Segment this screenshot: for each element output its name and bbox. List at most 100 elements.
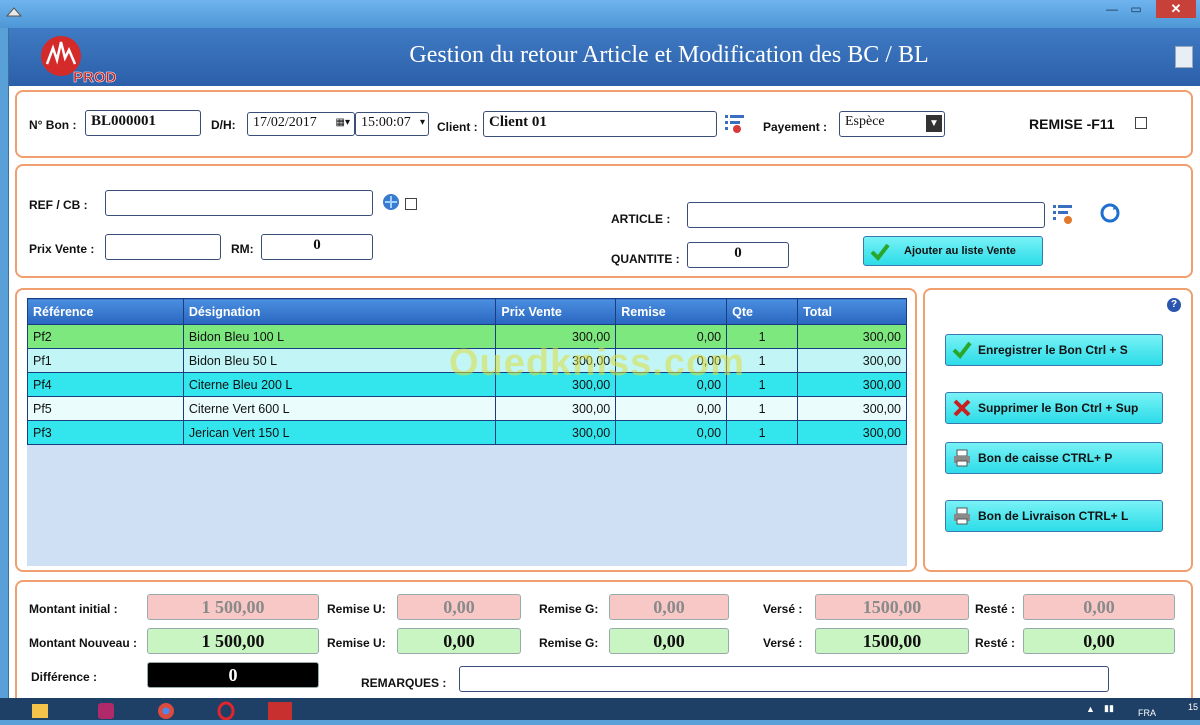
- file-explorer-icon: [32, 704, 48, 718]
- close-button[interactable]: ✕: [1156, 0, 1196, 18]
- minimize-button[interactable]: —: [1100, 2, 1124, 16]
- column-header-total[interactable]: Total: [797, 298, 907, 325]
- bon-info-panel: N° Bon : BL000001 D/H: 17/02/2017 ▦▾ 15:…: [15, 90, 1193, 158]
- taskbar-opera[interactable]: [206, 700, 246, 721]
- cell-reference: Pf2: [27, 324, 184, 349]
- calendar-dropdown-icon[interactable]: ▦▾: [336, 117, 350, 128]
- cell-designation: Jerican Vert 150 L: [182, 420, 497, 445]
- cell-reference: Pf4: [27, 372, 184, 397]
- article-list-icon[interactable]: [1051, 202, 1075, 226]
- ref-checkbox[interactable]: [405, 198, 417, 210]
- bon-caisse-button[interactable]: Bon de caisse CTRL+ P: [945, 442, 1163, 474]
- verse-nouveau-label: Versé :: [763, 636, 803, 650]
- tray-up-arrow-icon[interactable]: ▲: [1086, 704, 1095, 714]
- bon-number-label: N° Bon :: [29, 118, 77, 132]
- delete-bon-button[interactable]: Supprimer le Bon Ctrl + Sup: [945, 392, 1163, 424]
- payement-value: Espèce: [845, 114, 885, 129]
- printer-icon: [954, 449, 970, 467]
- save-bon-button[interactable]: Enregistrer le Bon Ctrl + S: [945, 334, 1163, 366]
- app-header: PROD Gestion du retour Article et Modifi…: [9, 28, 1200, 86]
- column-header-designation[interactable]: Désignation: [182, 298, 497, 325]
- reste-initial-field: 0,00: [1023, 594, 1175, 620]
- ref-cb-input[interactable]: [105, 190, 373, 216]
- rm-input[interactable]: 0: [261, 234, 373, 260]
- taskbar-file-explorer[interactable]: [20, 700, 60, 720]
- ref-cb-label: REF / CB :: [29, 198, 88, 212]
- difference-field: 0: [147, 662, 319, 688]
- chevron-down-icon[interactable]: ▾: [420, 117, 425, 128]
- reste-nouveau-label: Resté :: [975, 636, 1016, 650]
- cell-total: 300,00: [797, 420, 907, 445]
- date-picker[interactable]: 17/02/2017 ▦▾: [247, 112, 355, 136]
- table-row[interactable]: Pf3 Jerican Vert 150 L 300,00 0,00 1 300…: [27, 420, 907, 445]
- chrome-icon: [158, 703, 174, 719]
- cell-qte: 1: [726, 396, 799, 421]
- cell-total: 300,00: [797, 324, 907, 349]
- document-icon[interactable]: [1175, 46, 1193, 68]
- payement-label: Payement :: [763, 120, 828, 134]
- taskbar-app[interactable]: [86, 700, 126, 720]
- window-titlebar: — ▭ ✕: [0, 0, 1200, 28]
- verse-initial-field: 1500,00: [815, 594, 969, 620]
- delete-bon-label: Supprimer le Bon Ctrl + Sup: [978, 401, 1139, 415]
- barcode-scan-icon[interactable]: [381, 192, 401, 212]
- article-entry-panel: REF / CB : Prix Vente : RM: 0 ARTICLE : …: [15, 164, 1193, 278]
- column-header-remise[interactable]: Remise: [615, 298, 728, 325]
- rm-label: RM:: [231, 242, 254, 256]
- bon-livraison-button[interactable]: Bon de Livraison CTRL+ L: [945, 500, 1163, 532]
- main-window: PROD Gestion du retour Article et Modifi…: [8, 28, 1200, 698]
- article-input[interactable]: [687, 202, 1045, 228]
- date-time-label: D/H:: [211, 118, 236, 132]
- opera-icon: [217, 701, 235, 721]
- cell-total: 300,00: [797, 372, 907, 397]
- refresh-icon[interactable]: [1099, 202, 1121, 224]
- cell-reference: Pf3: [27, 420, 184, 445]
- bon-caisse-label: Bon de caisse CTRL+ P: [978, 451, 1113, 465]
- remarques-label: REMARQUES :: [361, 676, 447, 690]
- remise-checkbox[interactable]: [1135, 117, 1147, 129]
- printer-icon: [954, 507, 970, 525]
- save-bon-label: Enregistrer le Bon Ctrl + S: [978, 343, 1128, 357]
- remise-g-initial-label: Remise G:: [539, 602, 599, 616]
- prix-vente-label: Prix Vente :: [29, 242, 95, 256]
- client-field[interactable]: Client 01: [483, 111, 717, 137]
- maximize-button[interactable]: ▭: [1124, 2, 1148, 16]
- chevron-down-icon[interactable]: ▼: [926, 115, 942, 132]
- checkmark-icon: [952, 341, 972, 360]
- taskbar-chrome[interactable]: [146, 700, 186, 720]
- quantite-input[interactable]: 0: [687, 242, 789, 268]
- help-icon[interactable]: ?: [1167, 298, 1181, 312]
- cell-total: 300,00: [797, 396, 907, 421]
- app-icon: [6, 7, 22, 17]
- taskbar: ▲ ▮▮ FRA 15: [0, 698, 1200, 721]
- prix-vente-input[interactable]: [105, 234, 221, 260]
- cell-reference: Pf1: [27, 348, 184, 373]
- column-header-prix-vente[interactable]: Prix Vente: [495, 298, 617, 325]
- remise-g-nouveau-field[interactable]: 0,00: [609, 628, 729, 654]
- add-to-list-button[interactable]: Ajouter au liste Vente: [863, 236, 1043, 266]
- time-picker[interactable]: 15:00:07 ▾: [355, 112, 429, 136]
- bon-number-field[interactable]: BL000001: [85, 110, 201, 136]
- page-title: Gestion du retour Article et Modificatio…: [409, 42, 929, 68]
- remarques-input[interactable]: [459, 666, 1109, 692]
- column-header-reference[interactable]: Référence: [27, 298, 184, 325]
- table-row[interactable]: Pf5 Citerne Vert 600 L 300,00 0,00 1 300…: [27, 396, 907, 421]
- remise-u-nouveau-field[interactable]: 0,00: [397, 628, 521, 654]
- network-icon[interactable]: ▮▮: [1104, 703, 1114, 714]
- app-logo: PROD: [41, 36, 117, 86]
- montant-nouveau-label: Montant Nouveau :: [29, 636, 137, 650]
- cell-prix-vente: 300,00: [495, 396, 617, 421]
- clock[interactable]: 15: [1188, 702, 1198, 712]
- payement-select[interactable]: Espèce ▼: [839, 111, 945, 137]
- language-indicator[interactable]: FRA: [1138, 708, 1156, 718]
- table-header-row: Référence Désignation Prix Vente Remise …: [27, 298, 907, 325]
- article-label: ARTICLE :: [611, 212, 671, 226]
- bon-livraison-label: Bon de Livraison CTRL+ L: [978, 509, 1129, 523]
- column-header-qte[interactable]: Qte: [726, 298, 799, 325]
- taskbar-active-app[interactable]: [260, 700, 300, 720]
- client-list-icon[interactable]: [723, 112, 747, 136]
- quantite-label: QUANTITE :: [611, 252, 680, 266]
- totals-panel: Montant initial : 1 500,00 Remise U: 0,0…: [15, 580, 1193, 698]
- verse-nouveau-field[interactable]: 1500,00: [815, 628, 969, 654]
- checkmark-icon: [870, 243, 890, 262]
